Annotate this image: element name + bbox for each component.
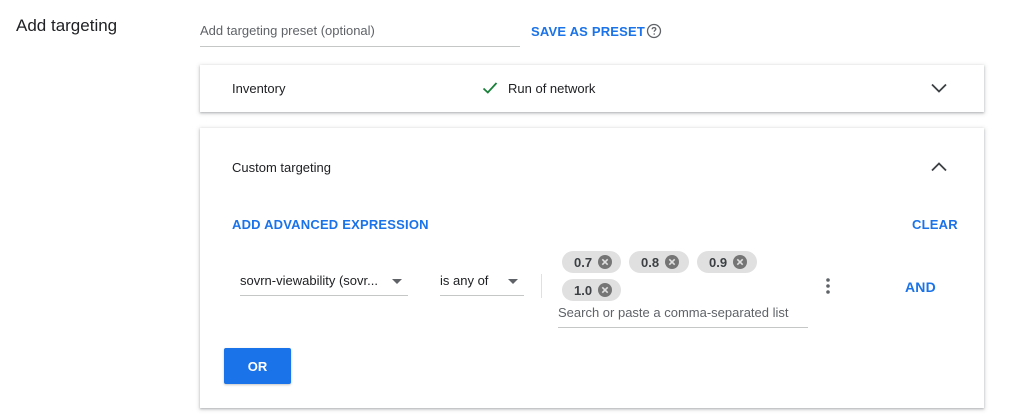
and-button[interactable]: AND: [905, 279, 936, 295]
targeting-key-value: sovrn-viewability (sovr...: [240, 273, 378, 288]
save-as-preset-button[interactable]: SAVE AS PRESET: [531, 24, 645, 39]
inventory-label: Inventory: [232, 81, 286, 96]
check-icon: [482, 82, 498, 94]
divider: [541, 274, 542, 298]
remove-chip-icon[interactable]: [664, 254, 680, 270]
value-chip: 0.9: [697, 251, 757, 273]
value-chip: 0.7: [562, 251, 621, 273]
value-chip-label: 0.7: [574, 254, 593, 270]
targeting-preset-input[interactable]: Add targeting preset (optional): [200, 18, 520, 47]
value-chip-label: 0.8: [641, 254, 660, 270]
remove-chip-icon[interactable]: [597, 282, 613, 298]
clear-button[interactable]: CLEAR: [912, 217, 958, 232]
or-button[interactable]: OR: [224, 348, 291, 384]
chevron-down-icon[interactable]: [930, 79, 948, 97]
targeting-preset-placeholder: Add targeting preset (optional): [200, 23, 375, 38]
remove-chip-icon[interactable]: [597, 254, 613, 270]
custom-targeting-label: Custom targeting: [232, 160, 331, 175]
operator-value: is any of: [440, 273, 489, 288]
value-chip-label: 0.9: [709, 254, 728, 270]
custom-targeting-card: Custom targeting ADD ADVANCED EXPRESSION…: [200, 128, 984, 408]
inventory-card[interactable]: Inventory Run of network: [200, 65, 984, 112]
remove-chip-icon[interactable]: [732, 254, 748, 270]
add-advanced-expression-button[interactable]: ADD ADVANCED EXPRESSION: [232, 217, 429, 232]
dropdown-arrow-icon: [508, 279, 518, 284]
section-title: Add targeting: [16, 16, 118, 35]
values-search-input[interactable]: Search or paste a comma-separated list: [558, 302, 808, 328]
more-vert-icon[interactable]: [824, 277, 832, 295]
value-chip-label: 1.0: [574, 282, 593, 298]
values-search-placeholder: Search or paste a comma-separated list: [558, 305, 789, 320]
targeting-key-select[interactable]: sovrn-viewability (sovr...: [240, 266, 408, 296]
value-chip: 0.8: [629, 251, 689, 273]
operator-select[interactable]: is any of: [440, 266, 524, 296]
inventory-value: Run of network: [508, 81, 596, 96]
value-chip: 1.0: [562, 279, 621, 301]
chevron-up-icon[interactable]: [930, 158, 948, 176]
help-circle-icon[interactable]: [646, 23, 662, 39]
dropdown-arrow-icon: [392, 279, 402, 284]
